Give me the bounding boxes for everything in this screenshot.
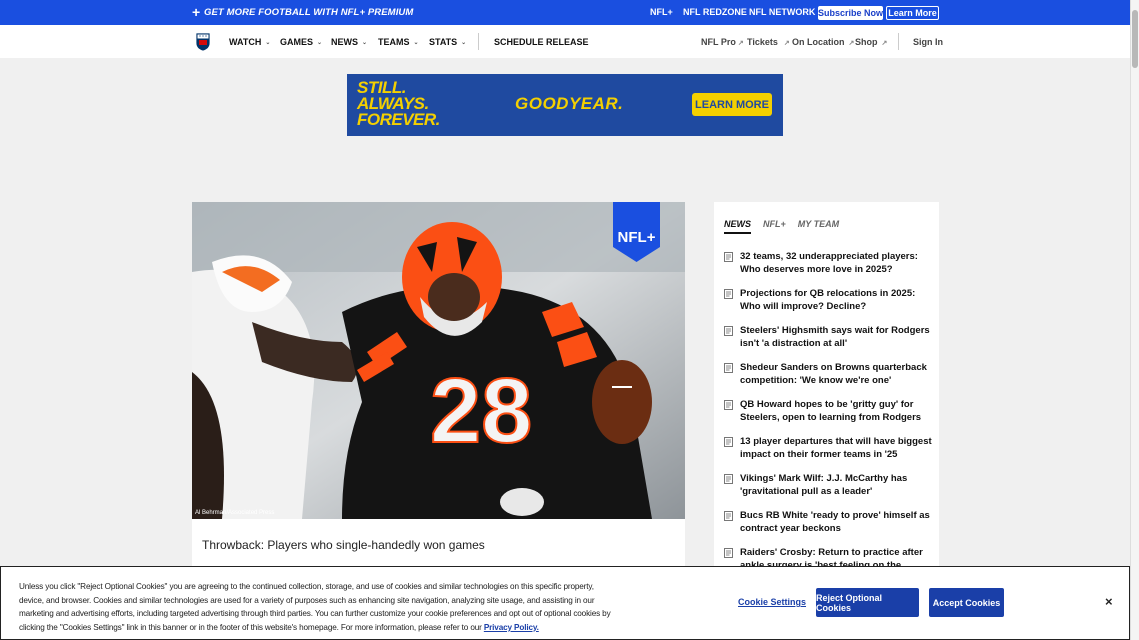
nav-games[interactable]: GAMES ⌄ xyxy=(280,37,322,47)
nav-teams-label: TEAMS xyxy=(378,37,410,47)
nav-watch-label: WATCH xyxy=(229,37,262,47)
close-icon[interactable]: × xyxy=(1105,594,1113,609)
nav-divider xyxy=(478,33,479,50)
sidebar-news-headline: 32 teams, 32 underappreciated players: W… xyxy=(740,251,918,275)
tab-news[interactable]: NEWS xyxy=(724,219,751,234)
promo-link-redzone[interactable]: NFL REDZONE xyxy=(683,7,747,17)
promo-text[interactable]: GET MORE FOOTBALL WITH NFL+ PREMIUM xyxy=(204,7,413,18)
nav-tickets-label: Tickets xyxy=(747,37,778,47)
chevron-down-icon: ⌄ xyxy=(461,39,467,46)
nav-nfl-pro[interactable]: NFL Pro ↗ xyxy=(701,37,744,47)
plus-icon: + xyxy=(192,4,201,20)
nfl-shield-icon[interactable] xyxy=(195,30,211,52)
article-icon xyxy=(724,548,733,558)
article-icon xyxy=(724,474,733,484)
external-link-icon: ↗ xyxy=(848,40,855,47)
feature-photo[interactable]: 28 Al Behrman/Associated Press NFL+ xyxy=(192,202,685,519)
sidebar-news-headline: Steelers' Highsmith says wait for Rodger… xyxy=(740,325,930,349)
chevron-down-icon: ⌄ xyxy=(265,39,271,46)
promo-bar: + GET MORE FOOTBALL WITH NFL+ PREMIUM NF… xyxy=(0,0,1130,25)
sidebar-news-item[interactable]: Projections for QB relocations in 2025: … xyxy=(724,288,932,313)
feature-card[interactable]: 28 Al Behrman/Associated Press NFL+ Thro… xyxy=(192,202,685,582)
ad-slogan-line: FOREVER. xyxy=(357,110,440,129)
goodyear-ad-banner[interactable]: STILL. ALWAYS. FOREVER. GOODYEAR. LEARN … xyxy=(347,74,783,136)
external-link-icon: ↗ xyxy=(881,40,888,47)
sidebar-news-headline: Shedeur Sanders on Browns quarterback co… xyxy=(740,362,927,386)
sidebar-news-headline: Projections for QB relocations in 2025: … xyxy=(740,288,916,312)
nav-on-location[interactable]: On Location ↗ xyxy=(792,37,854,47)
privacy-policy-link[interactable]: Privacy Policy. xyxy=(484,623,539,632)
nav-news-label: NEWS xyxy=(331,37,358,47)
sidebar-news-item[interactable]: 13 player departures that will have bigg… xyxy=(724,436,932,461)
nav-shop[interactable]: Shop ↗ xyxy=(855,37,887,47)
nav-games-label: GAMES xyxy=(280,37,314,47)
article-icon xyxy=(724,326,733,336)
sidebar-news-item[interactable]: Vikings' Mark Wilf: J.J. McCarthy has 'g… xyxy=(724,473,932,498)
tab-nfl-plus[interactable]: NFL+ xyxy=(763,219,786,234)
nav-watch[interactable]: WATCH ⌄ xyxy=(229,37,270,47)
nav-news[interactable]: NEWS ⌄ xyxy=(331,37,367,47)
nfl-plus-badge: NFL+ xyxy=(613,202,660,262)
chevron-down-icon: ⌄ xyxy=(413,39,419,46)
ad-slogan: STILL. ALWAYS. FOREVER. xyxy=(357,79,440,129)
scrollbar-thumb[interactable] xyxy=(1132,10,1138,68)
article-icon xyxy=(724,437,733,447)
nav-divider xyxy=(898,33,899,50)
nav-on-location-label: On Location xyxy=(792,37,845,47)
cookie-notice-text: Unless you click "Reject Optional Cookie… xyxy=(19,580,619,634)
nav-stats-label: STATS xyxy=(429,37,458,47)
jersey-number: 28 xyxy=(430,360,532,462)
nav-nfl-pro-label: NFL Pro xyxy=(701,37,736,47)
sidebar-news-item[interactable]: QB Howard hopes to be 'gritty guy' for S… xyxy=(724,399,932,424)
chevron-down-icon: ⌄ xyxy=(362,39,368,46)
article-icon xyxy=(724,289,733,299)
sidebar-news-headline: Vikings' Mark Wilf: J.J. McCarthy has 'g… xyxy=(740,473,908,497)
nav-schedule-release[interactable]: SCHEDULE RELEASE xyxy=(494,37,589,47)
chevron-down-icon: ⌄ xyxy=(317,39,323,46)
feature-photo-illustration: 28 xyxy=(192,202,685,519)
nav-stats[interactable]: STATS ⌄ xyxy=(429,37,466,47)
nav-teams[interactable]: TEAMS ⌄ xyxy=(378,37,419,47)
news-sidebar: NEWS NFL+ MY TEAM 32 teams, 32 underappr… xyxy=(714,202,939,583)
article-icon xyxy=(724,363,733,373)
sidebar-news-headline: Bucs RB White 'ready to prove' himself a… xyxy=(740,510,930,534)
subscribe-now-button[interactable]: Subscribe Now xyxy=(818,6,883,20)
nav-tickets[interactable]: Tickets ↗ xyxy=(747,37,790,47)
cookie-banner: Unless you click "Reject Optional Cookie… xyxy=(0,566,1130,640)
promo-link-nfl-plus[interactable]: NFL+ xyxy=(650,7,673,17)
sidebar-news-headline: 13 player departures that will have bigg… xyxy=(740,436,932,460)
article-icon xyxy=(724,400,733,410)
photo-credit: Al Behrman/Associated Press xyxy=(195,510,275,516)
external-link-icon: ↗ xyxy=(783,40,790,47)
sidebar-news-item[interactable]: Steelers' Highsmith says wait for Rodger… xyxy=(724,325,932,350)
sidebar-news-item[interactable]: Bucs RB White 'ready to prove' himself a… xyxy=(724,510,932,535)
page-scrollbar[interactable] xyxy=(1130,0,1139,640)
external-link-icon: ↗ xyxy=(737,40,744,47)
sidebar-tabs: NEWS NFL+ MY TEAM xyxy=(724,219,839,234)
feature-title[interactable]: Throwback: Players who single-handedly w… xyxy=(202,538,485,552)
tab-my-team[interactable]: MY TEAM xyxy=(798,219,839,234)
promo-link-network[interactable]: NFL NETWORK xyxy=(749,7,815,17)
sidebar-news-item[interactable]: Shedeur Sanders on Browns quarterback co… xyxy=(724,362,932,387)
cookie-settings-link[interactable]: Cookie Settings xyxy=(738,597,806,607)
sidebar-news-item[interactable]: 32 teams, 32 underappreciated players: W… xyxy=(724,251,932,276)
article-icon xyxy=(724,252,733,262)
ad-learn-more-button[interactable]: LEARN MORE xyxy=(692,93,772,116)
nav-shop-label: Shop xyxy=(855,37,878,47)
sign-in-link[interactable]: Sign In xyxy=(913,37,943,47)
main-nav: WATCH ⌄ GAMES ⌄ NEWS ⌄ TEAMS ⌄ STATS ⌄ SCHEDU… xyxy=(0,25,1130,58)
svg-text:NFL+: NFL+ xyxy=(618,229,656,246)
sidebar-news-headline: QB Howard hopes to be 'gritty guy' for S… xyxy=(740,399,922,423)
goodyear-logo: GOODYEAR. xyxy=(515,94,624,113)
reject-optional-cookies-button[interactable]: Reject Optional Cookies xyxy=(816,588,919,617)
learn-more-button[interactable]: Learn More xyxy=(886,6,939,20)
article-icon xyxy=(724,511,733,521)
accept-cookies-button[interactable]: Accept Cookies xyxy=(929,588,1004,617)
